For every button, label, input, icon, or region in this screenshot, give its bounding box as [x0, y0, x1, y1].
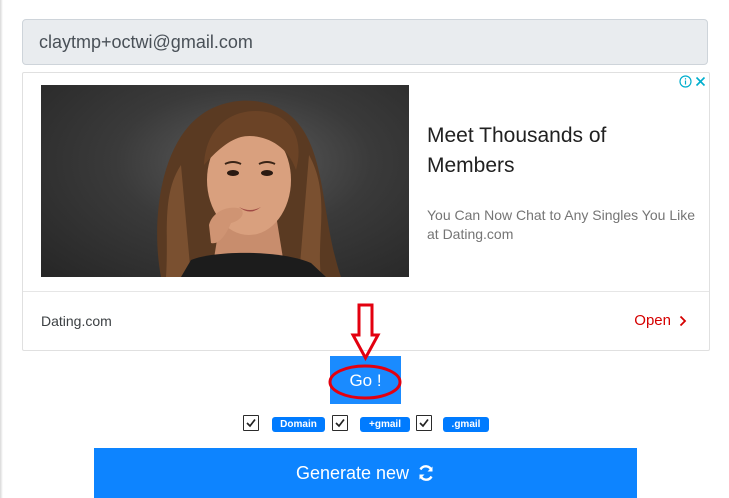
advertisement[interactable]: Meet Thousands of Members You Can Now Ch…: [22, 72, 710, 351]
go-button-label: Go !: [349, 371, 382, 390]
ad-image[interactable]: [41, 85, 409, 277]
badge-dot-gmail[interactable]: .gmail: [443, 417, 489, 432]
generate-new-button[interactable]: Generate new: [94, 448, 637, 498]
ad-open-link[interactable]: Open: [634, 312, 687, 329]
close-icon[interactable]: [694, 75, 707, 88]
refresh-icon: [419, 465, 433, 481]
email-field[interactable]: claytmp+octwi@gmail.com: [22, 19, 708, 65]
ad-controls: [679, 75, 707, 88]
checkbox-dot-gmail[interactable]: [416, 415, 432, 431]
go-button[interactable]: Go !: [330, 356, 401, 404]
email-value: claytmp+octwi@gmail.com: [39, 32, 253, 52]
checkbox-domain[interactable]: [243, 415, 259, 431]
badge-domain[interactable]: Domain: [272, 417, 325, 432]
ad-advertiser[interactable]: Dating.com: [41, 313, 112, 329]
left-edge-shadow: [0, 0, 3, 498]
ad-divider: [23, 291, 709, 292]
ad-headline[interactable]: Meet Thousands of Members: [427, 121, 687, 181]
ad-body-text: You Can Now Chat to Any Singles You Like…: [427, 207, 696, 242]
ad-open-label: Open: [634, 312, 671, 329]
badge-plus-gmail[interactable]: +gmail: [360, 417, 410, 432]
checkbox-plus-gmail[interactable]: [332, 415, 348, 431]
generate-new-label: Generate new: [295, 462, 410, 483]
chevron-right-icon: [679, 315, 687, 326]
info-icon[interactable]: [679, 75, 692, 88]
